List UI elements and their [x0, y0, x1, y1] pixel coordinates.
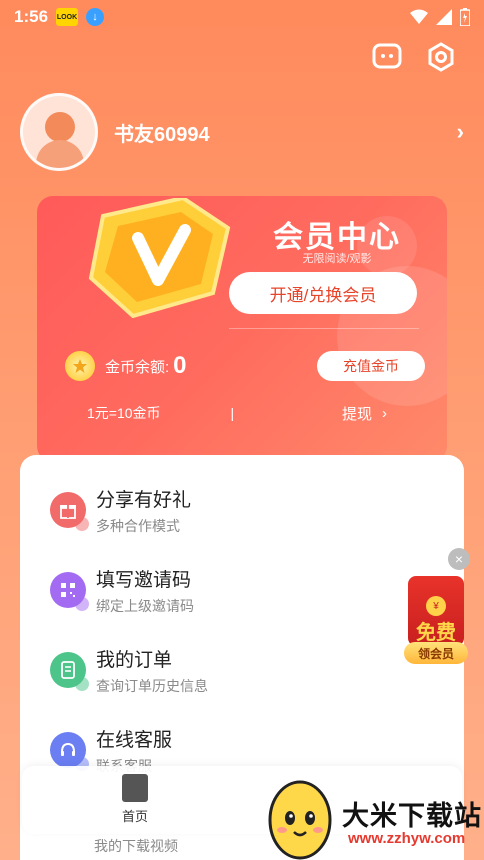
separator: |: [230, 405, 235, 421]
list-item-title: 在线客服: [96, 729, 173, 751]
settings-button[interactable]: [424, 40, 458, 74]
profile-row[interactable]: 书友60994 ›: [20, 93, 464, 171]
rate-text: 1元=10金币: [87, 405, 161, 421]
coin-value: 0: [173, 352, 187, 379]
coin-balance-row: 金币余额: 0 充值金币: [65, 350, 425, 382]
coin-label: 金币余额:: [105, 358, 170, 376]
profile-name: 书友60994: [114, 123, 210, 146]
avatar-head: [45, 112, 75, 142]
chevron-right-icon[interactable]: ›: [457, 119, 464, 145]
status-bar: 1:56 LOOK ↓: [0, 0, 484, 34]
list-item-title: 我的订单: [96, 649, 173, 671]
vip-card: 会员中心 无限阅读/观影 开通/兑换会员 金币余额: 0 充值金币 1元=10金…: [37, 196, 447, 462]
list-item-orders[interactable]: 我的订单 查询订单历史信息: [50, 643, 430, 697]
rate-row: 1元=10金币 | 提现 ›: [87, 402, 387, 424]
order-icon: [50, 652, 89, 691]
signal-icon: [436, 9, 452, 25]
tab-home[interactable]: 首页: [112, 774, 158, 825]
download-notification-icon: ↓: [86, 8, 105, 26]
settings-icon: [428, 42, 454, 72]
headset-icon: [50, 732, 89, 771]
gift-icon: [50, 492, 89, 531]
message-icon: [372, 43, 402, 69]
list-item-subtitle: 绑定上级邀请码: [96, 597, 194, 614]
watermark-url: www.zzhyw.com: [348, 830, 466, 847]
coin-icon: ¥: [426, 596, 446, 616]
withdraw-link[interactable]: 提现 ›: [342, 403, 387, 424]
vip-gem-icon: [88, 198, 231, 318]
promo-free-text: 免费: [416, 622, 456, 644]
withdraw-label: 提现: [341, 405, 372, 423]
coin-icon: [65, 351, 95, 381]
close-promo-button[interactable]: ×: [448, 548, 470, 570]
app-notification-icon: LOOK: [56, 8, 79, 26]
list-item-subtitle: 查询订单历史信息: [96, 677, 208, 694]
avatar-body: [36, 140, 84, 168]
promo-label: 领会员: [404, 642, 468, 664]
watermark-text: 大米下载站: [342, 801, 482, 831]
free-vip-promo[interactable]: ¥ 免费 领会员: [404, 576, 468, 664]
open-vip-button[interactable]: 开通/兑换会员: [229, 272, 417, 314]
watermark-mascot-icon: [268, 780, 332, 860]
list-item-share[interactable]: 分享有好礼 多种合作模式: [50, 483, 430, 537]
recharge-button[interactable]: 充值金币: [317, 351, 425, 381]
list-item-invite-code[interactable]: 填写邀请码 绑定上级邀请码: [50, 563, 430, 617]
divider: [229, 328, 419, 329]
tab-home-label: 首页: [121, 809, 148, 824]
list-item-subtitle: 多种合作模式: [96, 517, 180, 534]
book-icon: [122, 774, 148, 802]
wifi-icon: [410, 9, 428, 24]
message-button[interactable]: [370, 40, 404, 74]
status-time: 1:56: [14, 7, 49, 26]
list-item-title: 分享有好礼: [96, 489, 192, 511]
qr-code-icon: [50, 572, 89, 611]
list-item-subtitle: 我的下载视频: [94, 838, 178, 854]
list-item-title: 填写邀请码: [96, 569, 192, 591]
chevron-right-icon: ›: [382, 404, 387, 422]
vip-subtitle: 无限阅读/观影: [302, 253, 372, 265]
avatar[interactable]: [20, 93, 98, 171]
battery-icon: [460, 8, 470, 26]
